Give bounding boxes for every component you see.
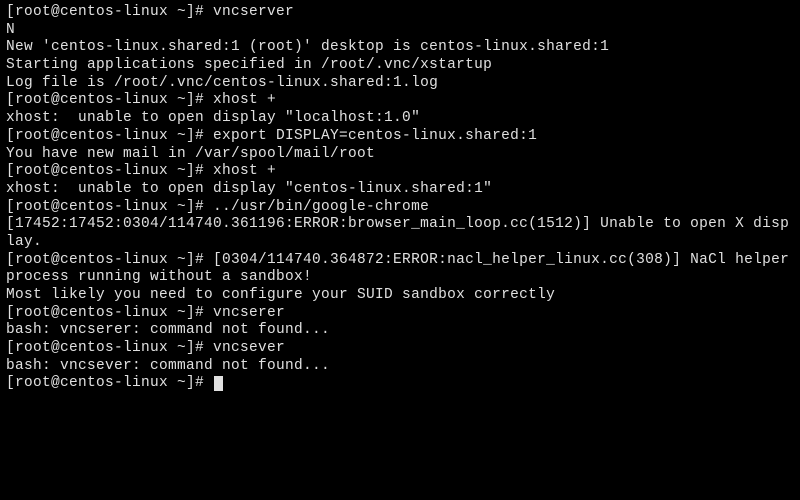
terminal-line: xhost: unable to open display "centos-li…: [6, 181, 794, 199]
terminal-line: N: [6, 22, 794, 40]
terminal-line: [root@centos-linux ~]# xhost +: [6, 163, 794, 181]
terminal-line: bash: vncsever: command not found...: [6, 358, 794, 376]
terminal-line: Most likely you need to configure your S…: [6, 287, 794, 305]
terminal-line: You have new mail in /var/spool/mail/roo…: [6, 146, 794, 164]
terminal-line: [root@centos-linux ~]# export DISPLAY=ce…: [6, 128, 794, 146]
terminal-line: bash: vncserer: command not found...: [6, 322, 794, 340]
terminal-line: Starting applications specified in /root…: [6, 57, 794, 75]
cursor-icon: [214, 376, 223, 391]
terminal-line: [root@centos-linux ~]# vncserer: [6, 305, 794, 323]
terminal-prompt-line[interactable]: [root@centos-linux ~]#: [6, 375, 794, 393]
terminal-line: [root@centos-linux ~]# vncserver: [6, 4, 794, 22]
terminal-line: New 'centos-linux.shared:1 (root)' deskt…: [6, 39, 794, 57]
terminal-line: [17452:17452:0304/114740.361196:ERROR:br…: [6, 216, 794, 251]
terminal-prompt: [root@centos-linux ~]#: [6, 375, 213, 391]
terminal-line: xhost: unable to open display "localhost…: [6, 110, 794, 128]
terminal-line: Log file is /root/.vnc/centos-linux.shar…: [6, 75, 794, 93]
terminal-output[interactable]: [root@centos-linux ~]# vncserver N New '…: [6, 4, 794, 393]
terminal-line: [root@centos-linux ~]# [0304/114740.3648…: [6, 252, 794, 287]
terminal-line: [root@centos-linux ~]# vncsever: [6, 340, 794, 358]
terminal-line: [root@centos-linux ~]# ../usr/bin/google…: [6, 199, 794, 217]
terminal-line: [root@centos-linux ~]# xhost +: [6, 92, 794, 110]
